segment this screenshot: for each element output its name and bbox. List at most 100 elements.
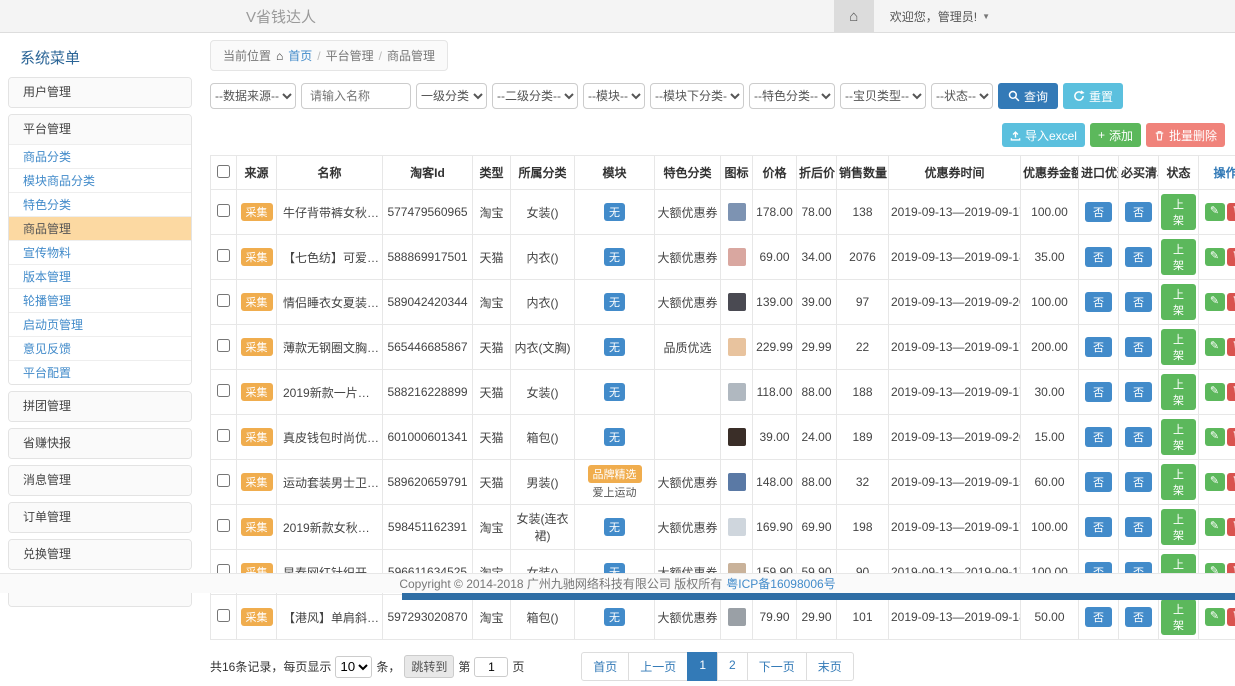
page-button[interactable]: 2: [717, 652, 748, 681]
filter-select[interactable]: --模块--: [583, 83, 645, 109]
breadcrumb-home-link[interactable]: 首页: [288, 47, 312, 64]
must-buy-toggle[interactable]: 否: [1125, 472, 1152, 492]
icp-link[interactable]: 粤ICP备16098006号: [726, 575, 835, 592]
must-buy-toggle[interactable]: 否: [1125, 337, 1152, 357]
import-select-toggle[interactable]: 否: [1085, 382, 1112, 402]
batch-delete-button[interactable]: 批量删除: [1146, 123, 1225, 147]
import-select-toggle[interactable]: 否: [1085, 202, 1112, 222]
select-all-checkbox[interactable]: [217, 165, 230, 178]
sidebar-item[interactable]: 兑换管理: [9, 540, 191, 569]
sidebar-subitem[interactable]: 版本管理: [9, 264, 191, 288]
must-buy-toggle[interactable]: 否: [1125, 382, 1152, 402]
import-excel-button[interactable]: 导入excel: [1002, 123, 1085, 147]
filter-source-select[interactable]: --数据来源--: [210, 83, 296, 109]
edit-button[interactable]: ✎: [1205, 473, 1225, 491]
page-button[interactable]: 首页: [581, 652, 629, 681]
home-button[interactable]: ⌂: [834, 0, 874, 32]
delete-button[interactable]: [1227, 293, 1235, 311]
status-button[interactable]: 上架: [1161, 194, 1196, 230]
import-select-toggle[interactable]: 否: [1085, 607, 1112, 627]
row-checkbox[interactable]: [217, 474, 230, 487]
status-button[interactable]: 上架: [1161, 509, 1196, 545]
row-checkbox[interactable]: [217, 519, 230, 532]
per-page-select[interactable]: 10: [335, 656, 372, 678]
delete-button[interactable]: [1227, 338, 1235, 356]
sidebar-subitem[interactable]: 平台配置: [9, 360, 191, 384]
page-button[interactable]: 上一页: [628, 652, 688, 681]
row-checkbox[interactable]: [217, 609, 230, 622]
filter-select[interactable]: --状态--: [931, 83, 993, 109]
sidebar-subitem[interactable]: 商品分类: [9, 144, 191, 168]
import-select-toggle[interactable]: 否: [1085, 292, 1112, 312]
delete-button[interactable]: [1227, 383, 1235, 401]
delete-button[interactable]: [1227, 608, 1235, 626]
sidebar-item[interactable]: 用户管理: [9, 78, 191, 107]
filter-select[interactable]: --宝贝类型--: [840, 83, 926, 109]
status-button[interactable]: 上架: [1161, 374, 1196, 410]
row-checkbox[interactable]: [217, 204, 230, 217]
edit-button[interactable]: ✎: [1205, 293, 1225, 311]
edit-button[interactable]: ✎: [1205, 203, 1225, 221]
edit-button[interactable]: ✎: [1205, 428, 1225, 446]
row-checkbox[interactable]: [217, 384, 230, 397]
sidebar-item[interactable]: 拼团管理: [9, 392, 191, 421]
must-buy-toggle[interactable]: 否: [1125, 247, 1152, 267]
sidebar-item[interactable]: 订单管理: [9, 503, 191, 532]
filter-select[interactable]: --模块下分类--: [650, 83, 744, 109]
add-button[interactable]: + 添加: [1090, 123, 1141, 147]
row-checkbox[interactable]: [217, 294, 230, 307]
status-button[interactable]: 上架: [1161, 239, 1196, 275]
filter-select[interactable]: --二级分类--: [492, 83, 578, 109]
row-checkbox[interactable]: [217, 339, 230, 352]
delete-button[interactable]: [1227, 518, 1235, 536]
search-button[interactable]: 查询: [998, 83, 1058, 109]
delete-button[interactable]: [1227, 248, 1235, 266]
edit-button[interactable]: ✎: [1205, 608, 1225, 626]
delete-button[interactable]: [1227, 203, 1235, 221]
sidebar-item[interactable]: 消息管理: [9, 466, 191, 495]
row-checkbox[interactable]: [217, 429, 230, 442]
page-number-input[interactable]: [474, 657, 508, 677]
import-select-toggle[interactable]: 否: [1085, 472, 1112, 492]
delete-button[interactable]: [1227, 473, 1235, 491]
status-button[interactable]: 上架: [1161, 419, 1196, 455]
page-button[interactable]: 末页: [806, 652, 854, 681]
page-button[interactable]: 下一页: [747, 652, 807, 681]
jump-button[interactable]: 跳转到: [404, 655, 454, 678]
sidebar-subitem-active[interactable]: 商品管理: [9, 216, 191, 240]
page-button[interactable]: 1: [687, 652, 718, 681]
sidebar-subitem[interactable]: 模块商品分类: [9, 168, 191, 192]
must-buy-toggle[interactable]: 否: [1125, 427, 1152, 447]
sidebar-item[interactable]: 省赚快报: [9, 429, 191, 458]
must-buy-toggle[interactable]: 否: [1125, 202, 1152, 222]
reset-button[interactable]: 重置: [1063, 83, 1123, 109]
status-button[interactable]: 上架: [1161, 599, 1196, 635]
sidebar-subitem[interactable]: 轮播管理: [9, 288, 191, 312]
sidebar-subitem[interactable]: 启动页管理: [9, 312, 191, 336]
must-buy-toggle[interactable]: 否: [1125, 607, 1152, 627]
sidebar-subitem[interactable]: 特色分类: [9, 192, 191, 216]
edit-button[interactable]: ✎: [1205, 518, 1225, 536]
import-select-toggle[interactable]: 否: [1085, 337, 1112, 357]
name-search-input[interactable]: [301, 83, 411, 109]
edit-button[interactable]: ✎: [1205, 248, 1225, 266]
edit-button[interactable]: ✎: [1205, 338, 1225, 356]
breadcrumb-item: 商品管理: [387, 47, 435, 64]
user-menu[interactable]: 欢迎您，管理员! ▼: [874, 8, 990, 25]
import-select-toggle[interactable]: 否: [1085, 247, 1112, 267]
edit-button[interactable]: ✎: [1205, 383, 1225, 401]
sidebar-item[interactable]: 平台管理: [9, 115, 191, 144]
must-buy-toggle[interactable]: 否: [1125, 292, 1152, 312]
status-button[interactable]: 上架: [1161, 284, 1196, 320]
sidebar-subitem[interactable]: 意见反馈: [9, 336, 191, 360]
delete-button[interactable]: [1227, 428, 1235, 446]
status-button[interactable]: 上架: [1161, 464, 1196, 500]
import-select-toggle[interactable]: 否: [1085, 517, 1112, 537]
row-checkbox[interactable]: [217, 249, 230, 262]
status-button[interactable]: 上架: [1161, 329, 1196, 365]
sidebar-subitem[interactable]: 宣传物料: [9, 240, 191, 264]
filter-select[interactable]: --特色分类--: [749, 83, 835, 109]
import-select-toggle[interactable]: 否: [1085, 427, 1112, 447]
must-buy-toggle[interactable]: 否: [1125, 517, 1152, 537]
filter-select[interactable]: 一级分类: [416, 83, 487, 109]
